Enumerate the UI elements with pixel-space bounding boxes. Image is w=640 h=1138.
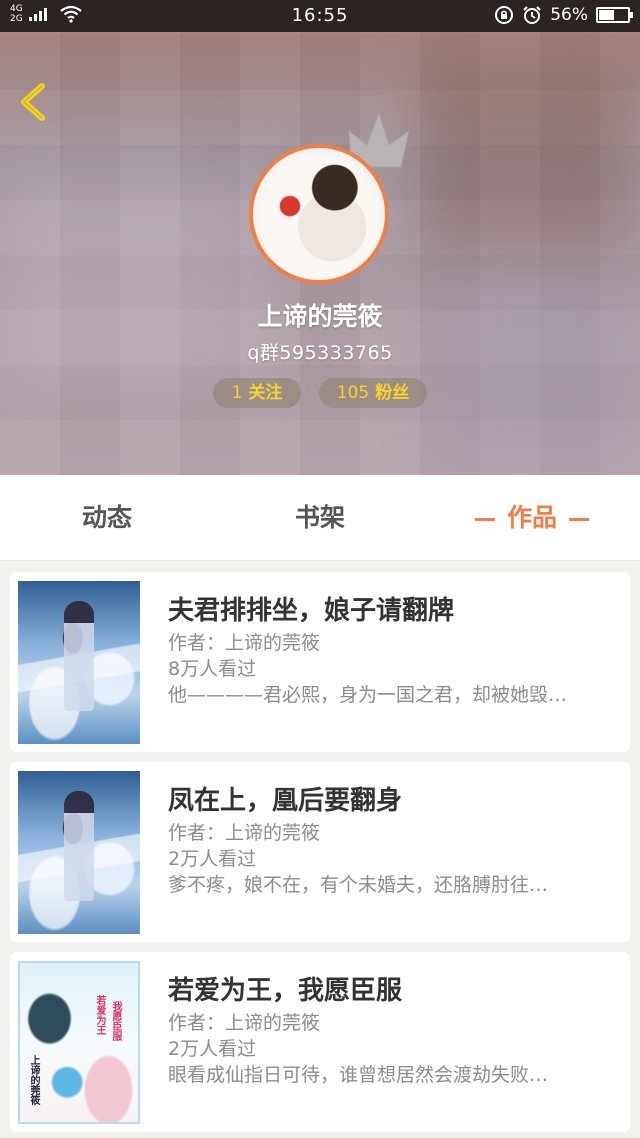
follow-count-button[interactable]: 1 关注 bbox=[213, 378, 301, 408]
book-summary: 爹不疼，娘不在，有个未婚夫，还胳膊肘往… bbox=[168, 874, 549, 896]
profile-header: 上谛的莞筱 q群595333765 1 关注 105 粉丝 bbox=[0, 32, 640, 475]
profile-name: 上谛的莞筱 bbox=[257, 302, 383, 331]
book-views: 8万人看过 bbox=[168, 658, 257, 680]
book-card[interactable]: 夫君排排坐，娘子请翻牌 作者：上谛的莞筱 8万人看过 他————君必熙，身为一国… bbox=[10, 572, 630, 752]
battery-percent: 56% bbox=[550, 5, 588, 25]
book-author: 作者：上谛的莞筱 bbox=[168, 822, 321, 844]
header-background-blur bbox=[420, 62, 640, 262]
back-button[interactable] bbox=[14, 80, 54, 124]
profile-description: q群595333765 bbox=[247, 342, 393, 364]
tab-bookshelf[interactable]: 书架 bbox=[253, 475, 387, 561]
tab-activity[interactable]: 动态 bbox=[40, 475, 174, 561]
book-author: 作者：上谛的莞筱 bbox=[168, 632, 321, 654]
book-cover-image: 若爱为王 我愿臣服 上谛的莞筱 bbox=[18, 961, 140, 1124]
book-card[interactable]: 凤在上，凰后要翻身 作者：上谛的莞筱 2万人看过 爹不疼，娘不在，有个未婚夫，还… bbox=[10, 762, 630, 942]
avatar[interactable] bbox=[249, 144, 389, 284]
tab-works[interactable]: 作品 bbox=[460, 475, 604, 561]
book-title: 若爱为王，我愿臣服 bbox=[168, 976, 403, 1006]
book-cover-text: 上谛的莞筱 bbox=[28, 1055, 39, 1105]
follow-count: 1 bbox=[231, 383, 243, 403]
book-summary: 他————君必熙，身为一国之君，却被她毁… bbox=[168, 684, 568, 706]
chevron-left-icon bbox=[21, 83, 45, 121]
book-title: 凤在上，凰后要翻身 bbox=[168, 786, 403, 816]
book-cover-image bbox=[18, 771, 140, 934]
alarm-icon bbox=[523, 6, 541, 24]
status-right: 56% bbox=[494, 5, 633, 25]
book-views: 2万人看过 bbox=[168, 1038, 257, 1060]
tab-active-indicator bbox=[474, 517, 495, 521]
follow-label: 关注 bbox=[248, 383, 283, 403]
tab-works-label: 作品 bbox=[506, 503, 557, 532]
rotation-lock-icon bbox=[495, 6, 514, 24]
fans-count: 105 bbox=[336, 383, 370, 403]
book-views: 2万人看过 bbox=[168, 848, 257, 870]
avatar-image bbox=[249, 144, 389, 284]
battery-icon bbox=[596, 7, 633, 23]
profile-tabs: 动态 书架 作品 bbox=[0, 475, 640, 561]
tab-active-indicator bbox=[569, 517, 589, 521]
fans-count-button[interactable]: 105 粉丝 bbox=[319, 378, 427, 408]
fans-label: 粉丝 bbox=[375, 383, 410, 403]
book-cover-text: 我愿臣服 bbox=[110, 1001, 121, 1041]
book-cover-image bbox=[18, 581, 140, 744]
book-card[interactable]: 若爱为王 我愿臣服 上谛的莞筱 若爱为王，我愿臣服 作者：上谛的莞筱 2万人看过… bbox=[10, 952, 630, 1132]
book-cover-text: 若爱为王 bbox=[94, 995, 105, 1035]
book-author: 作者：上谛的莞筱 bbox=[168, 1012, 321, 1034]
book-summary: 眼看成仙指日可待，谁曾想居然会渡劫失败… bbox=[168, 1064, 549, 1086]
status-bar: 4G 2G 16:55 56% bbox=[0, 0, 640, 32]
book-title: 夫君排排坐，娘子请翻牌 bbox=[168, 596, 455, 626]
